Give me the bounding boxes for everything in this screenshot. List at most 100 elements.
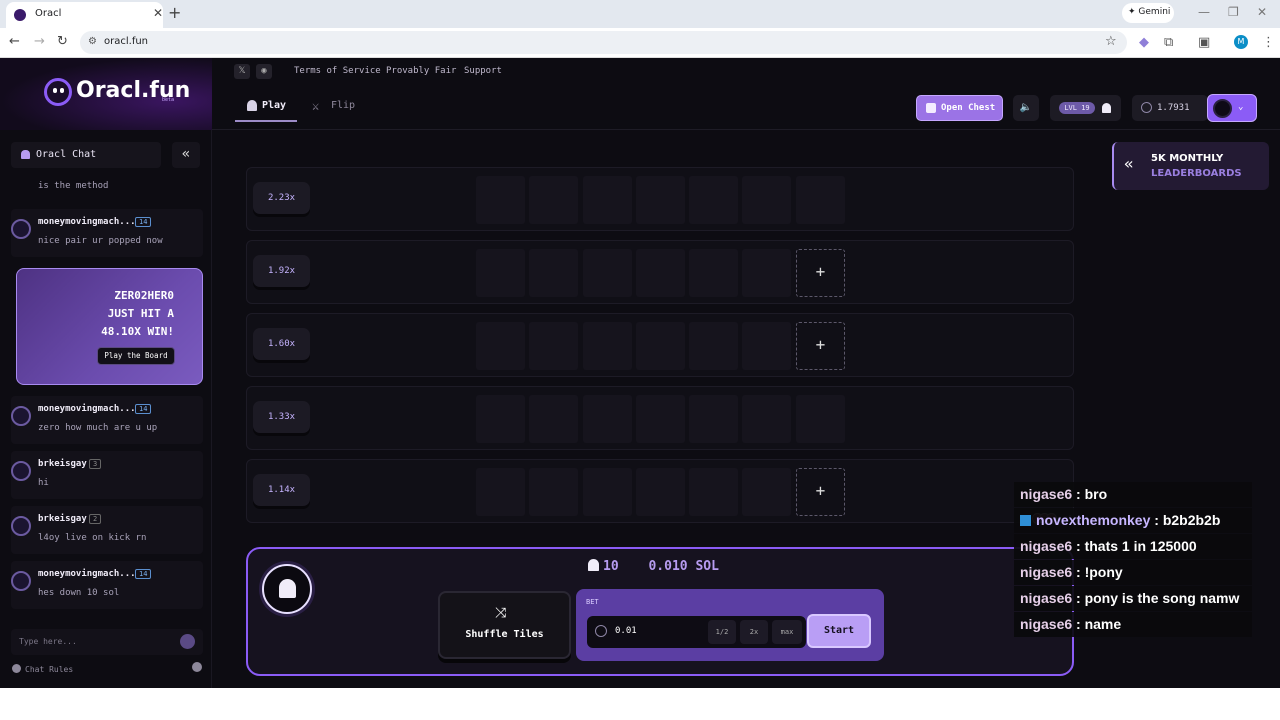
shuffle-tiles-button[interactable]: ⤨ Shuffle Tiles bbox=[438, 591, 571, 659]
board-tile[interactable] bbox=[529, 249, 578, 297]
board-tile[interactable] bbox=[742, 176, 791, 224]
screenshot-icon[interactable]: ▣ bbox=[1198, 35, 1210, 50]
board-tile[interactable] bbox=[583, 249, 632, 297]
new-tab-button[interactable]: + bbox=[168, 3, 181, 22]
sound-icon[interactable]: 🔈 bbox=[1013, 95, 1039, 121]
board-tile[interactable] bbox=[529, 322, 578, 370]
reload-icon[interactable]: ↻ bbox=[57, 34, 68, 49]
avatar[interactable] bbox=[11, 461, 31, 481]
stream-chat-overlay: nigase6 : bro novexthemonkey : b2b2b2b n… bbox=[1014, 423, 1252, 637]
board-tile[interactable] bbox=[636, 395, 685, 443]
chat-username[interactable]: moneymovingmach... bbox=[38, 217, 136, 227]
chat-username[interactable]: brkeisgay bbox=[38, 459, 87, 469]
browser-tab[interactable]: Oracl ✕ bbox=[6, 2, 163, 28]
user-menu-button[interactable]: ⌄ bbox=[1207, 94, 1257, 122]
coin-icon bbox=[1141, 102, 1152, 113]
board-tile[interactable] bbox=[689, 176, 738, 224]
tab-flip[interactable]: ⚔ Flip bbox=[310, 98, 370, 122]
board-tile[interactable] bbox=[796, 176, 845, 224]
board-tile[interactable] bbox=[583, 468, 632, 516]
board-tile[interactable] bbox=[689, 395, 738, 443]
gemini-button[interactable]: ✦ Gemini bbox=[1122, 3, 1174, 23]
board-tile[interactable] bbox=[476, 395, 525, 443]
board-tile[interactable] bbox=[583, 395, 632, 443]
board-tile[interactable] bbox=[583, 176, 632, 224]
stream-chat-text: : !pony bbox=[1072, 564, 1123, 580]
add-tile-button[interactable]: + bbox=[796, 322, 845, 370]
chat-input[interactable]: Type here... bbox=[11, 629, 203, 655]
board-tile[interactable] bbox=[796, 395, 845, 443]
half-bet-button[interactable]: 1/2 bbox=[708, 620, 736, 644]
board-tile[interactable] bbox=[742, 468, 791, 516]
close-tab-icon[interactable]: ✕ bbox=[153, 6, 163, 20]
board-tile[interactable] bbox=[583, 322, 632, 370]
collapse-chat-button[interactable]: « bbox=[172, 142, 200, 168]
avatar[interactable] bbox=[11, 406, 31, 426]
board-tile[interactable] bbox=[529, 395, 578, 443]
terms-link[interactable]: Terms of Service bbox=[294, 66, 381, 76]
add-tile-button[interactable]: + bbox=[796, 249, 845, 297]
board-tile[interactable] bbox=[476, 249, 525, 297]
support-link[interactable]: Support bbox=[464, 66, 502, 76]
board-tile[interactable] bbox=[476, 468, 525, 516]
chat-message-partial: is the method bbox=[11, 175, 203, 202]
start-button[interactable]: Start bbox=[807, 614, 871, 648]
site-info-icon[interactable]: ⚙ bbox=[88, 36, 97, 47]
double-bet-button[interactable]: 2x bbox=[740, 620, 768, 644]
open-chest-button[interactable]: Open Chest bbox=[916, 95, 1003, 121]
chat-username[interactable]: moneymovingmach... bbox=[38, 404, 136, 414]
browser-menu-icon[interactable]: ⋮ bbox=[1262, 35, 1275, 50]
leaderboard-line1: 5K MONTHLY bbox=[1151, 153, 1224, 164]
board-tile[interactable] bbox=[476, 176, 525, 224]
address-bar[interactable]: ⚙ oracl.fun ☆ bbox=[80, 31, 1127, 54]
leaderboard-banner[interactable]: « 5K MONTHLY LEADERBOARDS bbox=[1112, 142, 1269, 190]
extensions-puzzle-icon[interactable]: ⧉ bbox=[1164, 35, 1173, 50]
provably-fair-link[interactable]: Provably Fair bbox=[386, 66, 456, 76]
balance-value: 1.7931 bbox=[1157, 103, 1190, 113]
board-tile[interactable] bbox=[689, 468, 738, 516]
board-tile[interactable] bbox=[636, 249, 685, 297]
close-window-icon[interactable]: ✕ bbox=[1257, 5, 1267, 19]
forward-icon[interactable]: → bbox=[34, 34, 45, 49]
back-icon[interactable]: ← bbox=[9, 34, 20, 49]
board-tile[interactable] bbox=[636, 468, 685, 516]
tab-play[interactable]: Play bbox=[235, 98, 297, 122]
board-tile[interactable] bbox=[689, 322, 738, 370]
discord-icon[interactable]: ◉ bbox=[256, 64, 272, 79]
board-tile[interactable] bbox=[529, 176, 578, 224]
shuffle-label: Shuffle Tiles bbox=[465, 629, 544, 640]
tab-play-label: Play bbox=[262, 100, 287, 111]
bet-amount-field[interactable]: 0.01 1/2 2x max bbox=[587, 616, 806, 648]
bookmark-star-icon[interactable]: ☆ bbox=[1105, 34, 1117, 49]
stream-chat-text: : thats 1 in 125000 bbox=[1072, 538, 1197, 554]
add-tile-button[interactable]: + bbox=[796, 468, 845, 516]
board-tile[interactable] bbox=[476, 322, 525, 370]
minimize-icon[interactable]: — bbox=[1198, 5, 1210, 19]
avatar[interactable] bbox=[11, 219, 31, 239]
board-tile[interactable] bbox=[742, 395, 791, 443]
max-bet-button[interactable]: max bbox=[772, 620, 802, 644]
balance-display[interactable]: 1.7931 bbox=[1132, 95, 1208, 121]
level-badge: 3 bbox=[89, 459, 102, 469]
board-tile[interactable] bbox=[742, 249, 791, 297]
extension-icon[interactable]: ◆ bbox=[1139, 35, 1149, 50]
send-ghost-icon[interactable] bbox=[180, 634, 195, 649]
avatar[interactable] bbox=[11, 516, 31, 536]
chat-username[interactable]: brkeisgay bbox=[38, 514, 87, 524]
level-badge[interactable]: LVL 19 bbox=[1050, 95, 1121, 121]
board-tile[interactable] bbox=[689, 249, 738, 297]
avatar[interactable] bbox=[11, 571, 31, 591]
logo-area[interactable]: Oracl.fun beta bbox=[0, 58, 212, 130]
board-tile[interactable] bbox=[636, 322, 685, 370]
restore-icon[interactable]: ❐ bbox=[1228, 5, 1239, 19]
game-control-panel: 10 0.010 SOL ⤨ Shuffle Tiles BET 0.01 1/… bbox=[246, 547, 1074, 676]
chat-username[interactable]: moneymovingmach... bbox=[38, 569, 136, 579]
emoji-icon[interactable] bbox=[192, 662, 202, 672]
x-twitter-icon[interactable]: 𝕏 bbox=[234, 64, 250, 79]
play-the-board-button[interactable]: Play the Board bbox=[97, 347, 175, 365]
board-tile[interactable] bbox=[636, 176, 685, 224]
chat-rules-link[interactable]: Chat Rules bbox=[12, 664, 73, 674]
board-tile[interactable] bbox=[529, 468, 578, 516]
board-tile[interactable] bbox=[742, 322, 791, 370]
profile-avatar[interactable]: M bbox=[1234, 35, 1248, 49]
